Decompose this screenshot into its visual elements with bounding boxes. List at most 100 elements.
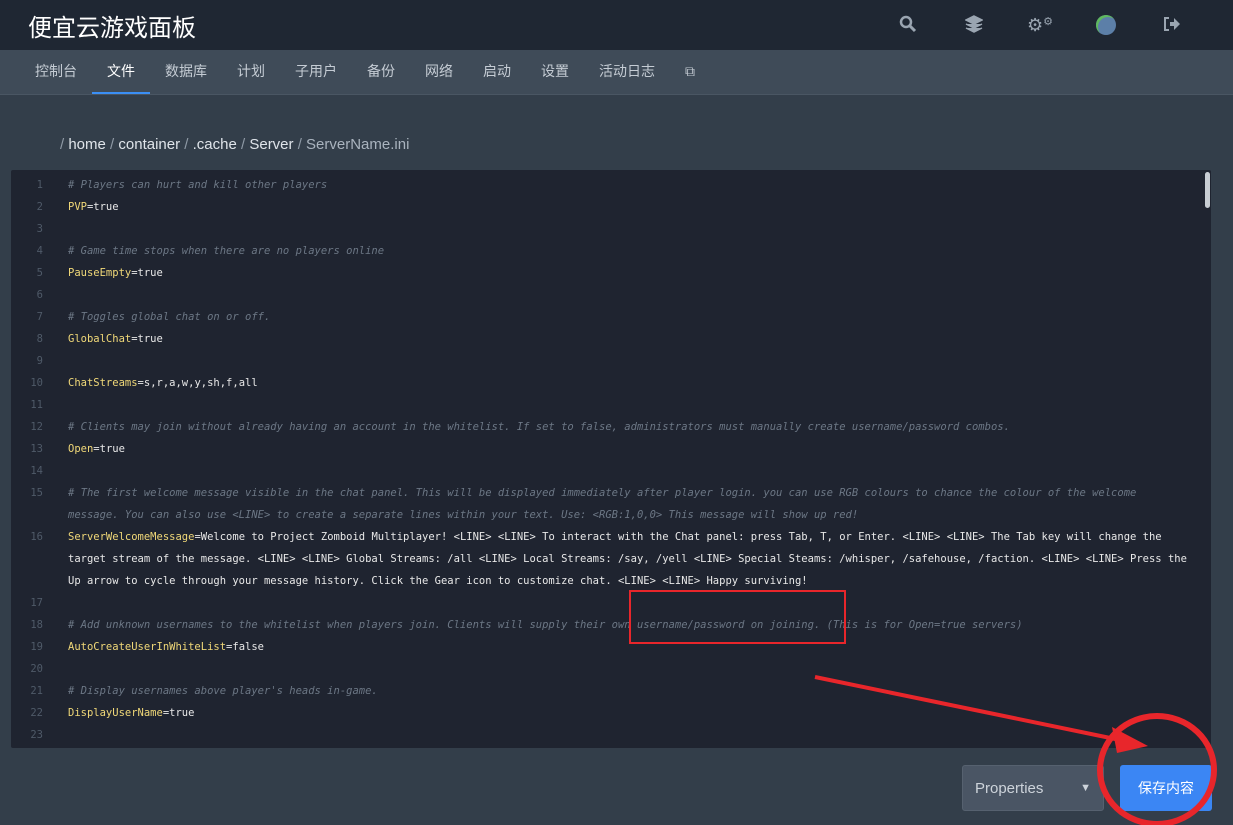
- code-line: 20: [11, 658, 1211, 680]
- code-line: 10 ChatStreams=s,r,a,w,y,sh,f,all: [11, 372, 1211, 394]
- mode-select-value: Properties: [975, 779, 1044, 797]
- line-content: [53, 658, 1193, 680]
- setting-key: PVP: [68, 201, 87, 213]
- comment: # Toggles global chat on or off.: [68, 311, 271, 323]
- tab-4[interactable]: 子用户: [280, 50, 352, 94]
- tab-2[interactable]: 数据库: [150, 50, 222, 94]
- code-line: 3: [11, 218, 1211, 240]
- top-bar: 便宜云游戏面板 ⚙ ⚙: [0, 0, 1233, 50]
- line-number: 9: [36, 355, 43, 367]
- line-number: 10: [30, 377, 43, 389]
- line-number: 13: [30, 443, 43, 455]
- code-line: 18 # Add unknown usernames to the whiteli…: [11, 614, 1211, 636]
- tab-1[interactable]: 文件: [92, 50, 150, 94]
- sign-out-icon[interactable]: [1139, 15, 1205, 36]
- line-number: 12: [30, 421, 43, 433]
- line-content: [53, 218, 1193, 240]
- setting-value: =true: [131, 333, 163, 345]
- scrollbar[interactable]: [1205, 172, 1210, 208]
- line-number: 4: [36, 245, 43, 257]
- setting-value: =false: [226, 641, 264, 653]
- line-number: 1: [36, 179, 43, 191]
- setting-key: Open: [68, 443, 94, 455]
- line-number: 2: [36, 201, 43, 213]
- code-line: 16 ServerWelcomeMessage=Welcome to Projec…: [11, 526, 1211, 592]
- setting-value: =s,r,a,w,y,sh,f,all: [137, 377, 258, 389]
- line-content: # Display usernames above player's heads…: [53, 680, 1193, 702]
- code-line: 21 # Display usernames above player's hea…: [11, 680, 1211, 702]
- tab-7[interactable]: 启动: [468, 50, 526, 94]
- breadcrumb-item[interactable]: Server: [249, 136, 293, 153]
- line-content: [53, 460, 1193, 482]
- search-icon[interactable]: [875, 15, 941, 36]
- line-content: # The first welcome message visible in t…: [53, 482, 1193, 526]
- code-editor[interactable]: 1 # Players can hurt and kill other playe…: [11, 170, 1211, 748]
- code-line: 22 DisplayUserName=true: [11, 702, 1211, 724]
- setting-value: =Welcome to Project Zomboid Multiplayer!…: [68, 531, 1194, 587]
- line-content: DisplayUserName=true: [53, 702, 1193, 724]
- code-line: 4 # Game time stops when there are no pla…: [11, 240, 1211, 262]
- line-number: 16: [30, 531, 43, 543]
- breadcrumb-item[interactable]: container: [118, 136, 180, 153]
- avatar[interactable]: [1073, 14, 1139, 36]
- breadcrumb-separator: /: [184, 136, 189, 153]
- code-line: 23: [11, 724, 1211, 746]
- setting-value: =true: [131, 267, 163, 279]
- code-line: 8 GlobalChat=true: [11, 328, 1211, 350]
- line-content: # Add unknown usernames to the whitelist…: [53, 614, 1193, 636]
- layers-icon[interactable]: [941, 14, 1007, 36]
- line-content: Open=true: [53, 438, 1193, 460]
- line-content: [53, 350, 1193, 372]
- external-link-icon[interactable]: ⧉: [670, 50, 710, 94]
- code-line: 17: [11, 592, 1211, 614]
- line-number: 6: [36, 289, 43, 301]
- breadcrumb: / home / container / .cache / Server / S…: [60, 136, 409, 153]
- comment: # Game time stops when there are no play…: [68, 245, 385, 257]
- line-number: 8: [36, 333, 43, 345]
- line-content: PauseEmpty=true: [53, 262, 1193, 284]
- line-number: 14: [30, 465, 43, 477]
- line-content: [53, 592, 1193, 614]
- line-content: [53, 284, 1193, 306]
- mode-select[interactable]: Properties ▼: [962, 765, 1104, 811]
- tab-3[interactable]: 计划: [222, 50, 280, 94]
- line-number: 17: [30, 597, 43, 609]
- line-content: [53, 724, 1193, 746]
- breadcrumb-separator: /: [297, 136, 302, 153]
- breadcrumb-separator: /: [60, 136, 65, 153]
- code-line: 19 AutoCreateUserInWhiteList=false: [11, 636, 1211, 658]
- breadcrumb-item[interactable]: home: [68, 136, 106, 153]
- code-line: 11: [11, 394, 1211, 416]
- code-line: 9: [11, 350, 1211, 372]
- comment: # The first welcome message visible in t…: [68, 487, 1143, 521]
- setting-key: DisplayUserName: [68, 707, 163, 719]
- line-content: # Game time stops when there are no play…: [53, 240, 1193, 262]
- setting-key: ServerWelcomeMessage: [68, 531, 195, 543]
- line-number: 19: [30, 641, 43, 653]
- comment: # Clients may join without already havin…: [68, 421, 1010, 433]
- tab-9[interactable]: 活动日志: [584, 50, 670, 94]
- setting-value: =true: [162, 707, 195, 719]
- line-number: 22: [30, 707, 43, 719]
- line-number: 18: [30, 619, 43, 631]
- breadcrumb-item[interactable]: .cache: [193, 136, 237, 153]
- code-line: 6: [11, 284, 1211, 306]
- breadcrumb-separator: /: [110, 136, 115, 153]
- cogs-icon[interactable]: ⚙ ⚙: [1007, 15, 1073, 36]
- line-content: [53, 394, 1193, 416]
- tab-6[interactable]: 网络: [410, 50, 468, 94]
- line-number: 23: [30, 729, 43, 741]
- setting-key: PauseEmpty: [68, 267, 132, 279]
- line-number: 20: [30, 663, 43, 675]
- save-button[interactable]: 保存内容: [1120, 765, 1212, 811]
- server-nav: 控制台 文件 数据库 计划 子用户 备份 网络 启动 设置 活动日志 ⧉: [0, 50, 1233, 95]
- code-line: 13 Open=true: [11, 438, 1211, 460]
- setting-key: ChatStreams: [68, 377, 138, 389]
- tab-5[interactable]: 备份: [352, 50, 410, 94]
- breadcrumb-separator: /: [241, 136, 246, 153]
- line-content: # Players can hurt and kill other player…: [53, 174, 1193, 196]
- tab-0[interactable]: 控制台: [20, 50, 92, 94]
- setting-value: =true: [93, 443, 125, 455]
- line-number: 21: [30, 685, 43, 697]
- tab-8[interactable]: 设置: [526, 50, 584, 94]
